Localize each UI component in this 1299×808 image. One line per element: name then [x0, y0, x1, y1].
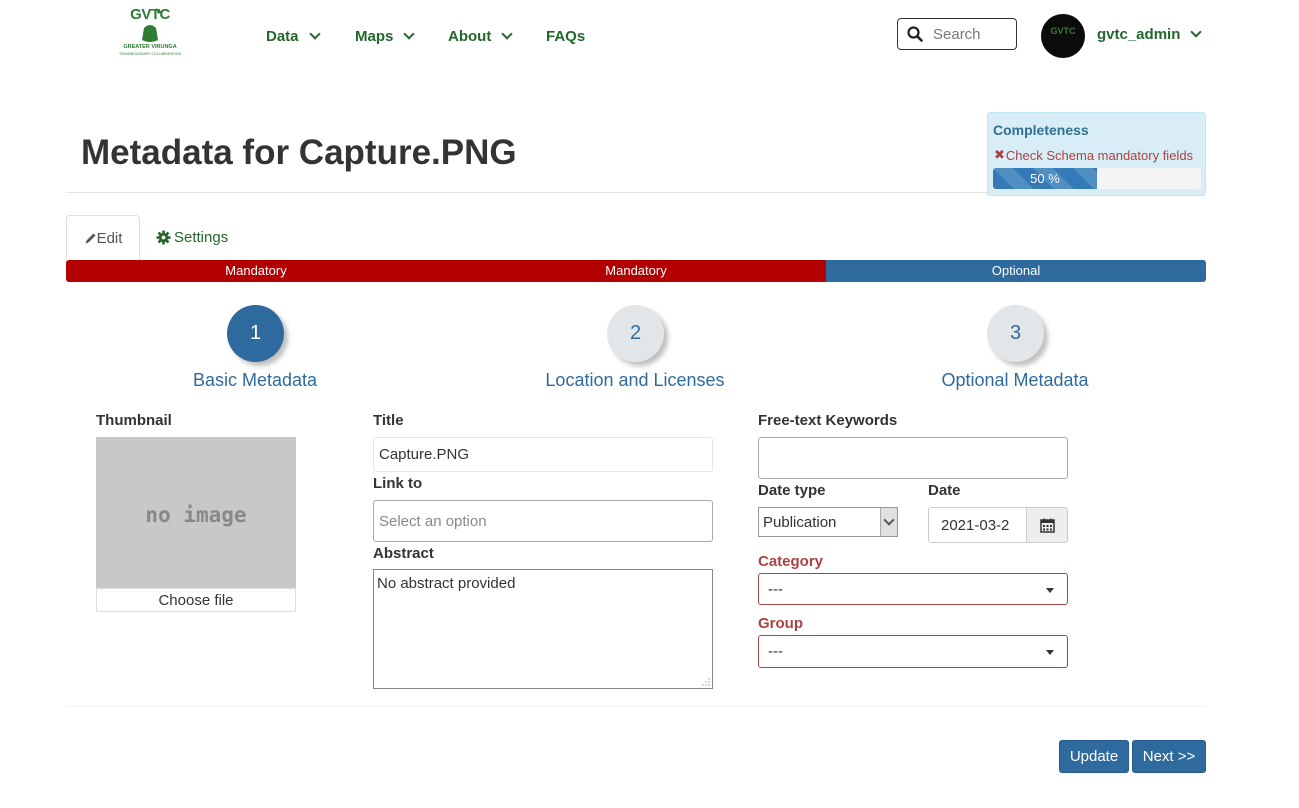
abstract-label: Abstract — [373, 545, 434, 562]
logo-tagline: TRANSBOUNDARY COLLABORATION — [118, 52, 182, 56]
calendar-button[interactable] — [1026, 507, 1068, 543]
step-2-label[interactable]: Location and Licenses — [505, 370, 765, 391]
avatar-text: GVTC — [1050, 26, 1076, 36]
step-2-circle[interactable]: 2 — [607, 305, 664, 362]
search-icon — [907, 26, 923, 42]
group-label: Group — [758, 615, 803, 632]
link-to-label: Link to — [373, 475, 423, 492]
chevron-down-icon — [1190, 26, 1203, 38]
close-icon: ✖ — [994, 147, 1005, 162]
group-select[interactable]: --- — [758, 635, 1068, 668]
chevron-down-icon — [308, 27, 321, 40]
completeness-panel: Completeness ✖ Check Schema mandatory fi… — [987, 112, 1206, 196]
group-value: --- — [768, 643, 783, 660]
progress-bar: 50 % — [993, 168, 1097, 189]
category-select[interactable]: --- — [758, 573, 1068, 605]
nav-about[interactable]: About — [448, 26, 513, 46]
username-label: gvtc_admin — [1097, 26, 1181, 43]
tab-settings[interactable]: Settings — [156, 215, 228, 260]
completeness-title: Completeness — [993, 122, 1089, 138]
date-type-value: Publication — [763, 513, 837, 531]
gear-icon — [156, 230, 171, 245]
link-to-select[interactable]: Select an option — [373, 500, 713, 542]
category-label: Category — [758, 553, 824, 570]
choose-file-button[interactable]: Choose file — [96, 588, 296, 612]
logo-subtitle: GREATER VIRUNGA — [123, 44, 177, 50]
step-1-label[interactable]: Basic Metadata — [125, 370, 385, 391]
pencil-icon — [85, 233, 96, 243]
title-value: Capture.PNG — [379, 446, 470, 463]
top-navbar: GVTC GREATER VIRUNGA TRANSBOUNDARY COLLA… — [0, 0, 1299, 72]
caret-down-icon — [1046, 588, 1054, 593]
update-button[interactable]: Update — [1059, 740, 1129, 773]
page-title: Metadata for Capture.PNG — [81, 133, 517, 172]
title-label: Title — [373, 412, 404, 429]
date-type-label: Date type — [758, 482, 826, 499]
thumbnail-image: no image — [96, 437, 296, 588]
tab-settings-label: Settings — [174, 229, 229, 246]
chevron-down-icon — [501, 27, 513, 40]
keywords-label: Free-text Keywords — [758, 412, 898, 429]
chevron-down-icon — [403, 27, 416, 40]
step-bar-segment-3: Optional — [826, 260, 1206, 282]
nav-data-label: Data — [266, 27, 299, 45]
avatar[interactable]: GVTC — [1041, 14, 1085, 58]
step-3-circle[interactable]: 3 — [987, 305, 1044, 362]
keywords-input[interactable] — [758, 437, 1068, 479]
search-input[interactable] — [933, 25, 1013, 43]
nav-faqs[interactable]: FAQs — [546, 26, 585, 46]
user-menu[interactable]: gvtc_admin — [1097, 26, 1203, 43]
gvtc-logo[interactable]: GVTC GREATER VIRUNGA TRANSBOUNDARY COLLA… — [118, 6, 182, 60]
title-input[interactable]: Capture.PNG — [373, 437, 713, 472]
link-to-placeholder: Select an option — [379, 512, 487, 530]
abstract-textarea[interactable]: No abstract provided — [373, 569, 713, 689]
date-type-select[interactable]: Publication — [758, 507, 898, 537]
nav-faqs-label: FAQs — [546, 27, 586, 45]
nav-data[interactable]: Data — [266, 26, 321, 46]
tab-edit[interactable]: Edit — [66, 215, 140, 260]
abstract-value: No abstract provided — [377, 575, 516, 592]
step-bar-segment-1: Mandatory — [66, 260, 446, 282]
resize-handle-icon[interactable] — [702, 678, 710, 686]
tab-edit-label: Edit — [96, 229, 123, 247]
nav-maps-label: Maps — [355, 27, 394, 45]
calendar-icon — [1039, 518, 1055, 533]
search-box[interactable] — [897, 18, 1017, 50]
date-label: Date — [928, 482, 961, 499]
schema-check-text: Check Schema mandatory fields — [1005, 147, 1194, 163]
no-image-placeholder: no image — [145, 503, 247, 527]
nav-maps[interactable]: Maps — [355, 26, 416, 46]
step-1-circle[interactable]: 1 — [227, 305, 284, 362]
next-button[interactable]: Next >> — [1132, 740, 1206, 773]
step-3-label[interactable]: Optional Metadata — [885, 370, 1145, 391]
category-value: --- — [768, 580, 783, 598]
date-input[interactable]: 2021-03-2 — [928, 507, 1027, 543]
date-value: 2021-03-2 — [941, 516, 1010, 534]
caret-down-icon — [1046, 650, 1054, 655]
step-progress-bar: Mandatory Mandatory Optional — [66, 260, 1206, 282]
chevron-down-icon — [880, 508, 897, 536]
thumbnail-label: Thumbnail — [96, 412, 172, 429]
schema-check-message[interactable]: ✖ Check Schema mandatory fields — [994, 147, 1193, 163]
completeness-progress: 50 % — [993, 168, 1201, 189]
nav-about-label: About — [448, 27, 492, 45]
logo-text: GVTC — [130, 6, 170, 23]
step-bar-segment-2: Mandatory — [446, 260, 826, 282]
